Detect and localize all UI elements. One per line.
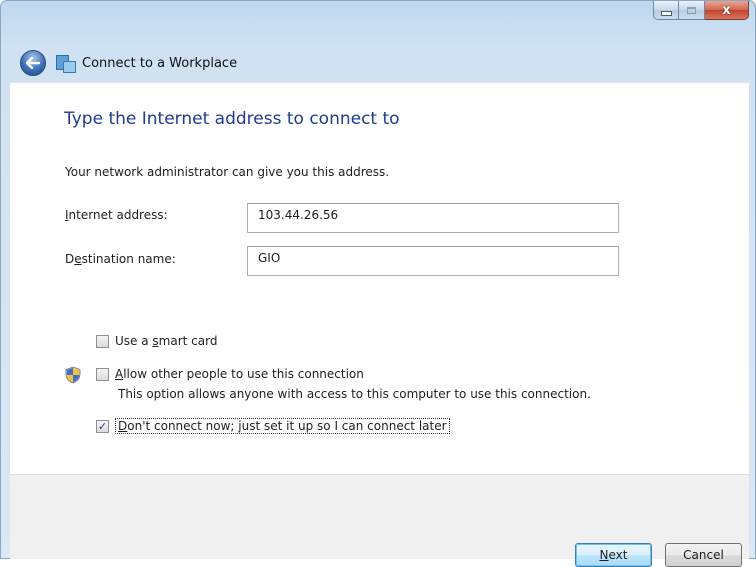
back-button[interactable]	[20, 50, 46, 76]
next-button[interactable]: Next	[575, 543, 652, 567]
internet-address-value: 103.44.26.56	[258, 208, 339, 222]
caption-buttons: x	[653, 1, 749, 20]
maximize-icon	[687, 6, 696, 14]
connect-later-checkbox[interactable]: ✓	[96, 419, 109, 433]
page-instruction: Type the Internet address to connect to	[64, 109, 400, 129]
internet-address-input[interactable]: 103.44.26.56	[247, 203, 619, 233]
allow-others-description: This option allows anyone with access to…	[118, 387, 591, 401]
checkmark-icon: ✓	[97, 419, 108, 433]
uac-shield-icon	[65, 366, 81, 384]
allow-others-label: Allow other people to use this connectio…	[115, 367, 364, 381]
maximize-button[interactable]	[679, 1, 705, 20]
destination-name-label: Destination name:	[65, 252, 176, 266]
allow-others-checkbox[interactable]	[96, 367, 109, 381]
connect-later-label: Don't connect now; just set it up so I c…	[115, 418, 450, 434]
close-icon: x	[722, 2, 731, 18]
wizard-title: Connect to a Workplace	[82, 55, 238, 71]
smart-card-checkbox[interactable]	[96, 334, 109, 348]
wizard-footer: Next Cancel	[10, 474, 749, 567]
destination-name-input[interactable]: GIO	[247, 246, 619, 276]
workplace-network-icon	[56, 54, 76, 73]
internet-address-label: Internet address:	[65, 208, 168, 222]
page-subtext: Your network administrator can give you …	[65, 165, 390, 179]
smart-card-label: Use a smart card	[115, 334, 218, 348]
smart-card-option[interactable]: Use a smart card	[96, 334, 217, 348]
connect-later-option[interactable]: ✓ Don't connect now; just set it up so I…	[96, 418, 450, 434]
cancel-button[interactable]: Cancel	[665, 543, 742, 567]
minimize-icon	[660, 10, 672, 16]
next-button-label: Next	[599, 548, 628, 562]
wizard-page: Type the Internet address to connect to …	[10, 82, 749, 475]
allow-others-option[interactable]: Allow other people to use this connectio…	[96, 367, 364, 381]
wizard-header: Connect to a Workplace	[10, 43, 750, 83]
back-arrow-icon	[26, 57, 40, 69]
destination-name-value: GIO	[258, 251, 281, 265]
minimize-button[interactable]	[653, 1, 679, 20]
close-button[interactable]: x	[705, 1, 749, 20]
